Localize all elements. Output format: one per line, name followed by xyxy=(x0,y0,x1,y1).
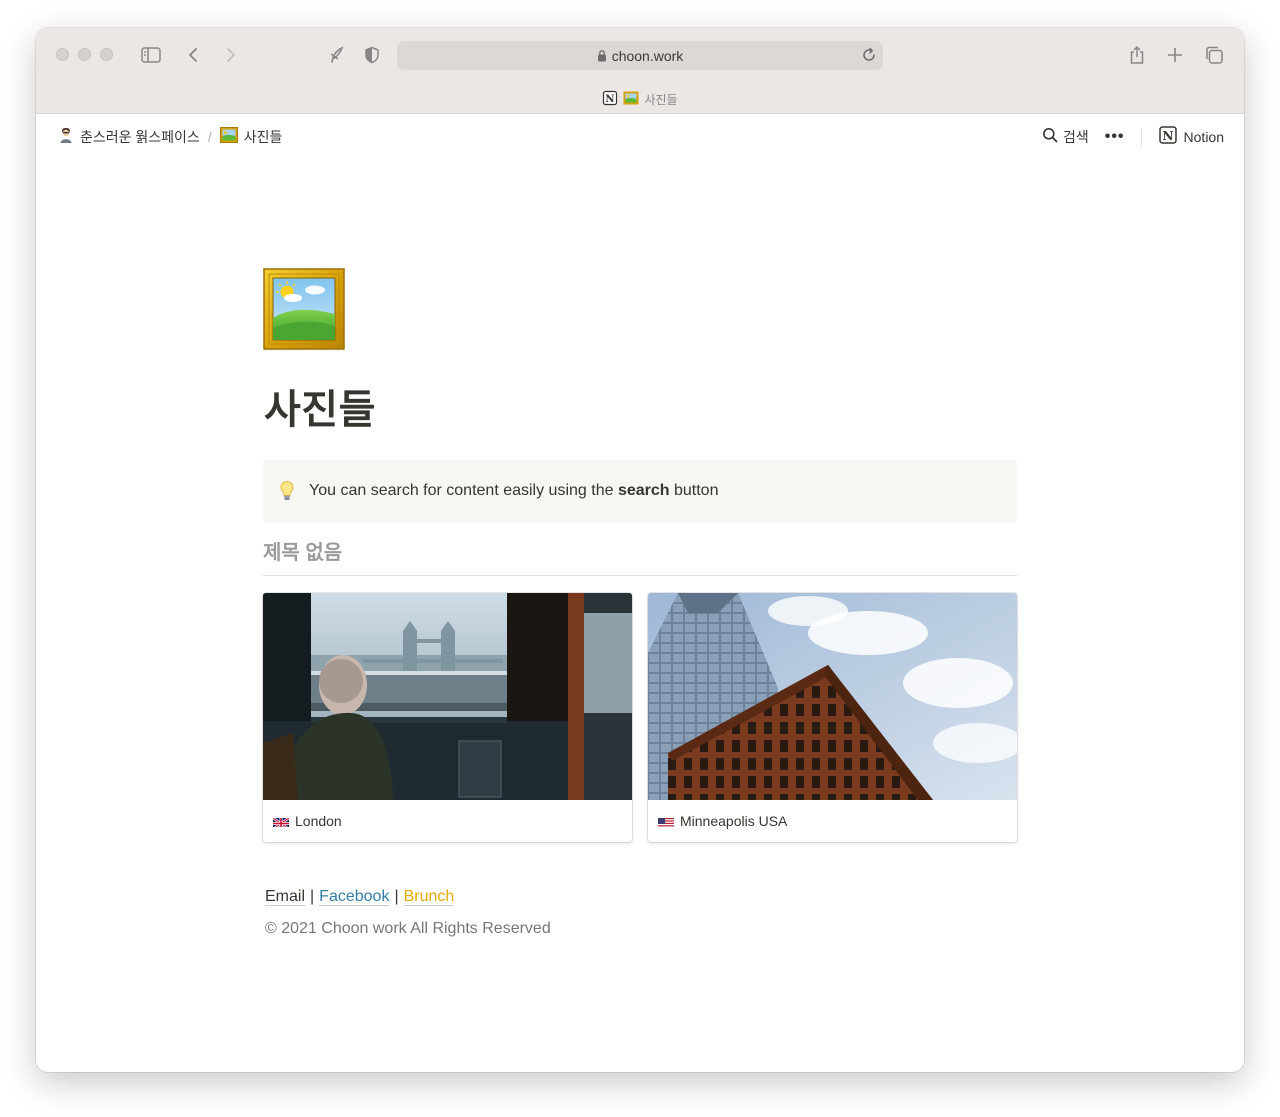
gallery-view: London Minneapolis USA xyxy=(263,593,1017,842)
brunch-link[interactable]: Brunch xyxy=(403,888,455,906)
search-button[interactable]: 검색 xyxy=(1042,127,1089,147)
card-label: Minneapolis USA xyxy=(648,800,1017,842)
card-title: London xyxy=(295,813,342,829)
new-tab-icon[interactable] xyxy=(1163,43,1187,67)
london-cover-photo xyxy=(263,593,632,800)
lock-icon xyxy=(597,49,607,62)
notion-button[interactable]: N Notion xyxy=(1158,125,1224,148)
callout-text: You can search for content easily using … xyxy=(309,482,718,500)
footer-separator: | xyxy=(310,888,315,905)
footer-separator: | xyxy=(394,888,399,905)
privacy-report-icon[interactable] xyxy=(325,43,349,67)
forward-icon[interactable] xyxy=(219,43,243,67)
footer-links: Email | Facebook | Brunch xyxy=(265,888,1017,906)
topbar-divider xyxy=(1140,127,1142,146)
tab-title[interactable]: N 사진들 xyxy=(36,86,1244,112)
picture-frame-icon[interactable] xyxy=(263,268,345,350)
gallery-card-london[interactable]: London xyxy=(263,593,632,842)
svg-text:N: N xyxy=(1162,129,1173,143)
us-flag-icon xyxy=(658,816,674,827)
uk-flag-icon xyxy=(273,816,289,827)
breadcrumb-page[interactable]: 사진들 xyxy=(219,127,283,147)
breadcrumb-separator: / xyxy=(207,128,212,145)
tab-title-text: 사진들 xyxy=(644,92,678,107)
shield-icon[interactable] xyxy=(360,43,384,67)
browser-window: choon.work N 사진들 춘스러운 웕스페이스 / 사진들 검색 •••… xyxy=(36,28,1244,1072)
notion-label: Notion xyxy=(1183,128,1224,145)
callout-text-suffix: button xyxy=(669,482,719,499)
address-bar[interactable]: choon.work xyxy=(397,41,883,70)
browser-toolbar: choon.work N 사진들 xyxy=(36,28,1244,114)
callout-block: You can search for content easily using … xyxy=(263,460,1017,522)
card-label: London xyxy=(263,800,632,842)
reload-icon[interactable] xyxy=(861,47,877,63)
notion-logo-icon: N xyxy=(1158,125,1178,148)
sidebar-toggle-icon[interactable] xyxy=(139,43,163,67)
back-icon[interactable] xyxy=(181,43,205,67)
search-label: 검색 xyxy=(1062,128,1089,145)
picture-frame-icon xyxy=(623,91,639,108)
avatar xyxy=(58,127,74,146)
url-text: choon.work xyxy=(611,47,684,64)
light-bulb-icon xyxy=(279,480,295,502)
svg-text:N: N xyxy=(606,94,615,105)
search-icon xyxy=(1042,127,1058,146)
picture-frame-icon xyxy=(219,127,238,146)
page-content: 사진들 You can search for content easily us… xyxy=(263,268,1017,938)
minneapolis-cover-photo xyxy=(648,593,1017,800)
page-title: 사진들 xyxy=(264,388,376,432)
breadcrumb-page-label: 사진들 xyxy=(243,128,283,145)
minimize-window-button[interactable] xyxy=(78,48,91,61)
database-title[interactable]: 제목 없음 xyxy=(263,536,1017,576)
more-options-button[interactable]: ••• xyxy=(1105,128,1125,146)
callout-text-bold: search xyxy=(617,482,670,499)
tab-overview-icon[interactable] xyxy=(1202,43,1226,67)
breadcrumb-workspace-label: 춘스러운 웕스페이스 xyxy=(80,128,200,145)
card-title: Minneapolis USA xyxy=(680,813,788,829)
breadcrumb-workspace[interactable]: 춘스러운 웕스페이스 xyxy=(58,127,200,147)
notion-favicon-icon: N xyxy=(602,90,618,109)
callout-text-prefix: You can search for content easily using … xyxy=(309,482,618,499)
close-window-button[interactable] xyxy=(56,48,69,61)
copyright-text: © 2021 Choon work All Rights Reserved xyxy=(265,920,551,937)
share-icon[interactable] xyxy=(1125,43,1149,67)
facebook-link[interactable]: Facebook xyxy=(319,888,390,906)
zoom-window-button[interactable] xyxy=(100,48,113,61)
window-controls xyxy=(56,48,113,61)
gallery-card-minneapolis[interactable]: Minneapolis USA xyxy=(648,593,1017,842)
notion-topbar: 춘스러운 웕스페이스 / 사진들 검색 ••• N Notion xyxy=(36,114,1244,159)
email-link[interactable]: Email xyxy=(265,888,306,906)
